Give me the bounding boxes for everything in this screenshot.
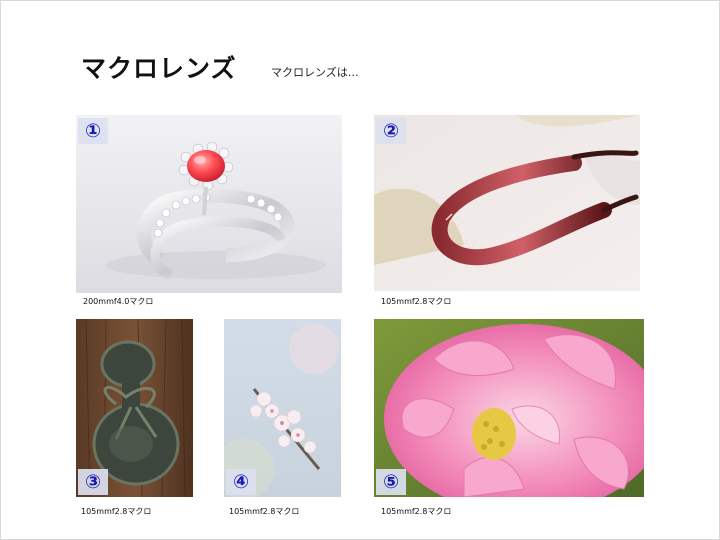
photo-number-badge: ④ (226, 469, 256, 495)
photo-number-badge: ② (376, 118, 406, 144)
photo-caption: 105mmf2.8マクロ (81, 507, 152, 516)
photo-caption: 105mmf2.8マクロ (229, 507, 300, 516)
peony-image (374, 319, 644, 497)
photo-caption: 105mmf2.8マクロ (381, 507, 452, 516)
photo-hairpin: ② (374, 115, 640, 291)
slide-title: マクロレンズ (81, 54, 237, 83)
photo-ring: ① (76, 115, 342, 293)
photo-number-badge: ① (78, 118, 108, 144)
slide: マクロレンズ マクロレンズは… ① 200mmf4.0マクロ ② 105mmf2… (0, 0, 720, 540)
photo-gourd: ③ (76, 319, 193, 497)
photo-number-badge: ③ (78, 469, 108, 495)
ring-image (76, 115, 342, 293)
photo-number-badge: ⑤ (376, 469, 406, 495)
photo-caption: 105mmf2.8マクロ (381, 297, 452, 306)
photo-caption: 200mmf4.0マクロ (83, 297, 154, 306)
photo-cherry-blossoms: ④ (224, 319, 341, 497)
hairpin-image (374, 115, 640, 291)
photo-peony: ⑤ (374, 319, 644, 497)
slide-subtitle: マクロレンズは… (271, 66, 359, 79)
